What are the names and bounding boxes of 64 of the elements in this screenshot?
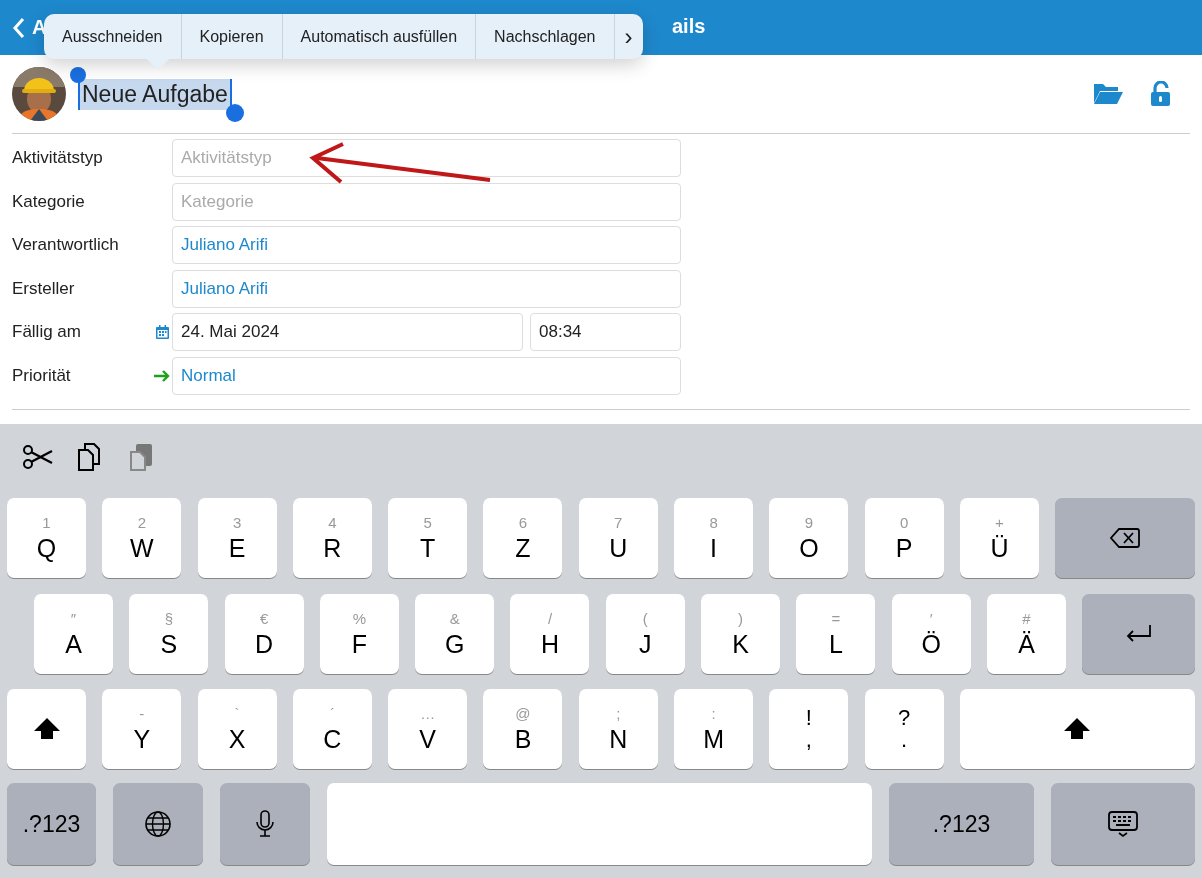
field-label: Aktivitätstyp bbox=[12, 148, 104, 169]
back-icon[interactable] bbox=[12, 16, 26, 39]
key[interactable]: 6 Z bbox=[483, 498, 563, 578]
key[interactable]: 2 W bbox=[102, 498, 182, 578]
key[interactable]: @ B bbox=[483, 689, 563, 769]
task-title[interactable]: Neue Aufgabe bbox=[78, 78, 232, 110]
menu-item[interactable]: Kopieren bbox=[181, 14, 283, 59]
selection-handle[interactable] bbox=[226, 103, 244, 122]
text-field[interactable]: Normal bbox=[172, 356, 681, 395]
key[interactable]: ″ A bbox=[34, 594, 113, 674]
key[interactable]: 5 T bbox=[388, 498, 468, 578]
hide-keyboard-key[interactable] bbox=[1051, 783, 1195, 865]
key[interactable]: 9 O bbox=[769, 498, 849, 578]
shift-key[interactable] bbox=[7, 689, 86, 769]
date-field[interactable]: 24. Mai 2024 bbox=[172, 313, 523, 352]
key[interactable]: 0 P bbox=[864, 498, 944, 578]
menu-item[interactable]: Nachschlagen bbox=[476, 14, 615, 59]
key[interactable]: 8 I bbox=[674, 498, 754, 578]
key[interactable]: = L bbox=[796, 594, 876, 674]
microphone-key[interactable] bbox=[220, 783, 310, 865]
key[interactable]: 4 R bbox=[292, 498, 372, 578]
key[interactable]: € D bbox=[224, 594, 304, 674]
text-field[interactable]: Juliano Arifi bbox=[172, 269, 681, 308]
key[interactable]: … V bbox=[388, 689, 468, 769]
key[interactable]: 7 U bbox=[578, 498, 658, 578]
keyboard-icon bbox=[1106, 809, 1140, 839]
key[interactable]: ` X bbox=[197, 689, 277, 769]
key[interactable]: / H bbox=[510, 594, 590, 674]
key[interactable]: 3 E bbox=[197, 498, 277, 578]
menu-more-button[interactable]: › bbox=[614, 14, 643, 59]
key[interactable]: ′ Ö bbox=[891, 594, 971, 674]
globe-key[interactable] bbox=[113, 783, 203, 865]
arrow-right-icon bbox=[153, 368, 171, 383]
text-field[interactable]: Aktivitätstyp bbox=[172, 139, 681, 178]
key[interactable]: ! , bbox=[769, 689, 849, 769]
key[interactable]: # Ä bbox=[986, 594, 1066, 674]
menu-item[interactable]: Ausschneiden bbox=[44, 14, 182, 59]
text-field[interactable]: Juliano Arifi bbox=[172, 226, 681, 265]
menu-item[interactable]: Automatisch ausfüllen bbox=[282, 14, 477, 59]
nav-title: ails bbox=[672, 15, 706, 38]
folder-icon[interactable] bbox=[1092, 81, 1124, 107]
key[interactable]: - Y bbox=[102, 689, 182, 769]
key[interactable]: : M bbox=[674, 689, 754, 769]
field-label: Priorität bbox=[12, 365, 72, 386]
key[interactable]: & G bbox=[415, 594, 495, 674]
selection-handle[interactable] bbox=[70, 66, 86, 83]
calendar-icon bbox=[155, 325, 169, 340]
time-field[interactable]: 08:34 bbox=[530, 313, 681, 352]
mode-key[interactable]: .?123 bbox=[889, 783, 1034, 865]
key[interactable]: 1 Q bbox=[7, 498, 86, 578]
key[interactable]: ´ C bbox=[292, 689, 372, 769]
text-field[interactable]: Kategorie bbox=[172, 182, 681, 221]
key[interactable]: ? . bbox=[864, 689, 944, 769]
key[interactable]: ; N bbox=[578, 689, 658, 769]
field-label: Ersteller bbox=[12, 278, 76, 299]
key[interactable]: + Ü bbox=[959, 498, 1039, 578]
key[interactable]: % F bbox=[319, 594, 399, 674]
key[interactable]: § S bbox=[129, 594, 209, 674]
field-label: Kategorie bbox=[12, 191, 86, 212]
key[interactable]: ( J bbox=[605, 594, 685, 674]
field-label: Fällig am bbox=[12, 322, 82, 343]
mode-key[interactable]: .?123 bbox=[7, 783, 96, 865]
key[interactable]: ) K bbox=[701, 594, 781, 674]
field-label: Verantwortlich bbox=[12, 235, 120, 256]
